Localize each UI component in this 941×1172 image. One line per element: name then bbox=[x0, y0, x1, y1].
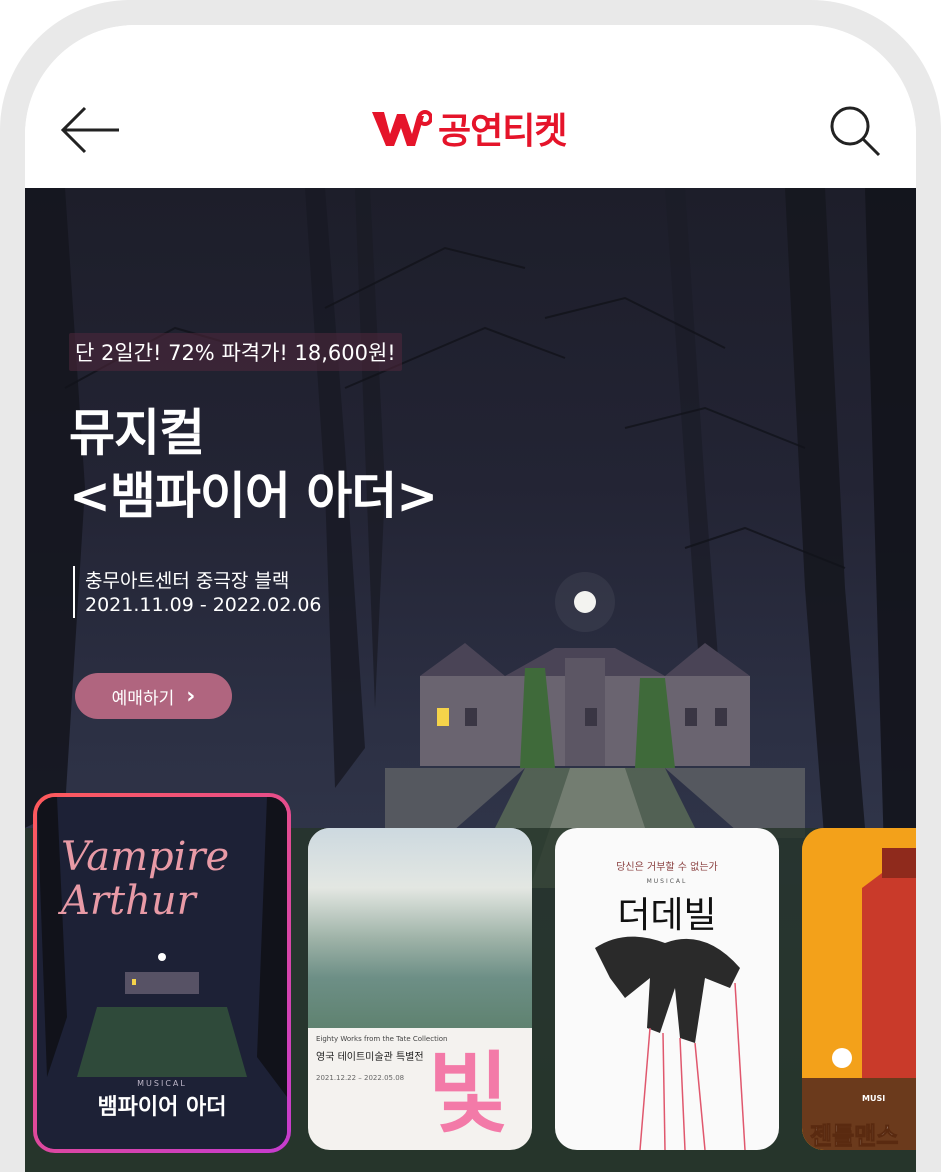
poster-card-gentlemans[interactable]: MUSI 젠틀맨스 bbox=[802, 828, 916, 1150]
poster-card-vampire-arthur[interactable]: Vampire Arthur MUSICAL 뱀파이어 아더 bbox=[33, 793, 291, 1153]
promo-badge: 단 2일간! 72% 파격가! 18,600원! bbox=[69, 333, 402, 371]
poster-card-light[interactable]: Eighty Works from the Tate Collection 영국… bbox=[308, 828, 532, 1150]
card-script-title: Vampire Arthur bbox=[61, 834, 230, 924]
book-button-label: 예매하기 bbox=[111, 688, 175, 709]
card-title: 뱀파이어 아더 bbox=[97, 1095, 227, 1120]
card-sub-label: MUSICAL bbox=[137, 1079, 187, 1088]
card-title: 젠틀맨스 bbox=[809, 1122, 899, 1151]
app-header: 공연티켓 bbox=[25, 25, 916, 188]
phone-frame: 공연티켓 단 2일간! 72% 파격가! 18,600원! 뮤지컬 <뱀파이어 … bbox=[0, 0, 941, 1172]
poster-artwork bbox=[308, 828, 532, 1028]
poster-carousel[interactable]: Vampire Arthur MUSICAL 뱀파이어 아더 Eighty Wo… bbox=[25, 793, 916, 1172]
brand-logo[interactable]: 공연티켓 bbox=[370, 103, 567, 153]
info-divider bbox=[73, 566, 75, 618]
back-arrow-icon[interactable] bbox=[59, 105, 123, 155]
card-caption-dates: 2021.12.22 – 2022.05.08 bbox=[316, 1074, 405, 1082]
hero-title-line2: <뱀파이어 아더> bbox=[69, 467, 438, 525]
hero-banner[interactable]: 단 2일간! 72% 파격가! 18,600원! 뮤지컬 <뱀파이어 아더> 충… bbox=[25, 188, 916, 1172]
w-logo-icon bbox=[372, 110, 432, 146]
search-icon[interactable] bbox=[825, 101, 885, 161]
poster-artwork bbox=[802, 828, 916, 1150]
card-sub-label: MUSI bbox=[862, 1094, 886, 1103]
venue-text: 충무아트센터 중극장 블랙 bbox=[85, 570, 290, 592]
chevron-right-icon: › bbox=[186, 683, 196, 709]
logo-text: 공연티켓 bbox=[438, 111, 567, 152]
card-caption-ko: 영국 테이트미술관 특별전 bbox=[316, 1052, 424, 1063]
book-button[interactable]: 예매하기 › bbox=[75, 673, 232, 719]
card-big-text: 빛 bbox=[428, 1042, 509, 1145]
app-screen: 공연티켓 단 2일간! 72% 파격가! 18,600원! 뮤지컬 <뱀파이어 … bbox=[25, 25, 916, 1172]
hero-title-line1: 뮤지컬 bbox=[69, 404, 205, 462]
poster-card-the-devil[interactable]: 당신은 거부할 수 없는가 MUSICAL 더데빌 bbox=[555, 828, 779, 1150]
date-range-text: 2021.11.09 - 2022.02.06 bbox=[85, 594, 322, 616]
puppet-hand-artwork bbox=[595, 936, 746, 1150]
